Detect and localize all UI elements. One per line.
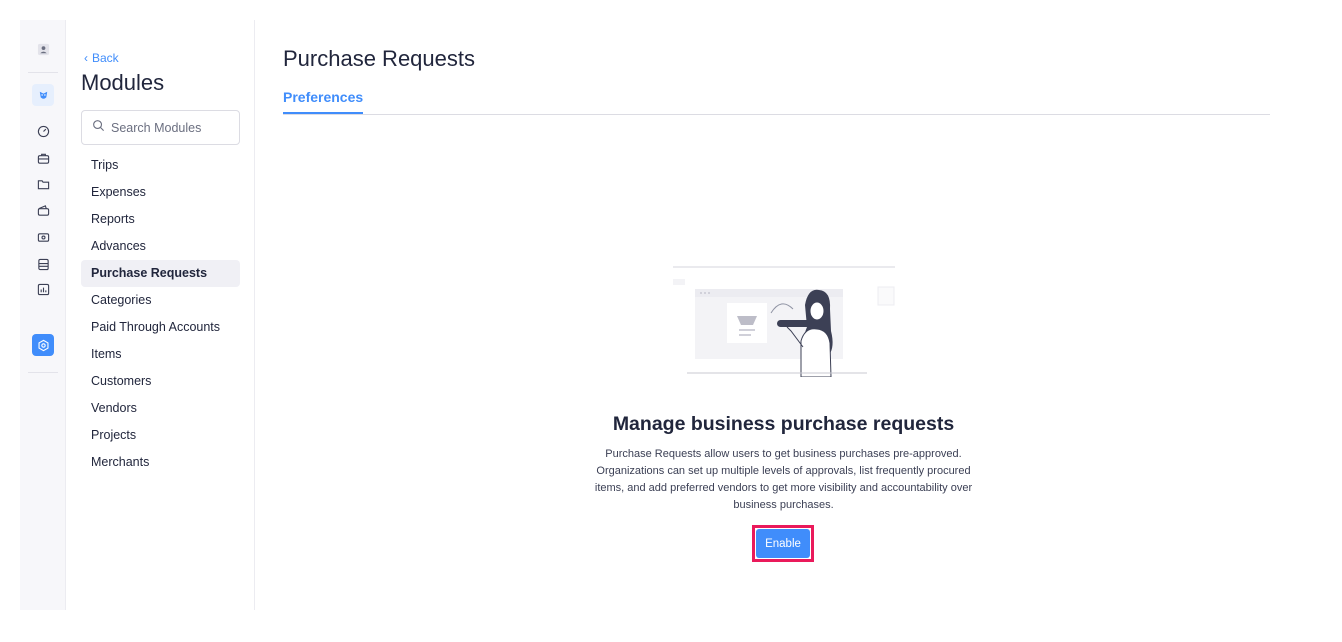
enable-button-highlight: Enable xyxy=(752,525,814,562)
purchase-request-illustration xyxy=(645,265,895,378)
brand-logo-icon[interactable] xyxy=(32,84,54,106)
page-title: Purchase Requests xyxy=(283,46,475,71)
ledger-icon[interactable] xyxy=(32,253,54,275)
settings-icon[interactable] xyxy=(32,334,54,356)
enable-button[interactable]: Enable xyxy=(756,529,810,558)
module-item-items[interactable]: Items xyxy=(81,341,240,368)
modules-title: Modules xyxy=(81,70,165,95)
module-list: Trips Expenses Reports Advances Purchase… xyxy=(81,152,240,476)
empty-state-description: Purchase Requests allow users to get bus… xyxy=(594,448,973,511)
module-item-trips[interactable]: Trips xyxy=(81,152,240,179)
module-item-vendors[interactable]: Vendors xyxy=(81,395,240,422)
chevron-left-icon: ‹ xyxy=(84,51,88,65)
folder-icon[interactable] xyxy=(32,173,54,195)
module-item-advances[interactable]: Advances xyxy=(81,233,240,260)
cash-icon[interactable] xyxy=(32,226,54,248)
app-window: ‹ Back Modules Trips Expenses Reports Ad… xyxy=(20,20,1322,610)
search-box[interactable] xyxy=(81,110,240,145)
user-icon[interactable] xyxy=(32,38,54,60)
tab-bar: Preferences xyxy=(283,89,1270,115)
modules-panel: ‹ Back Modules Trips Expenses Reports Ad… xyxy=(66,20,255,610)
search-icon xyxy=(92,119,105,137)
wallet-icon[interactable] xyxy=(32,199,54,221)
module-item-expenses[interactable]: Expenses xyxy=(81,179,240,206)
module-item-categories[interactable]: Categories xyxy=(81,287,240,314)
module-item-paid-through-accounts[interactable]: Paid Through Accounts xyxy=(81,314,240,341)
module-item-purchase-requests[interactable]: Purchase Requests xyxy=(81,260,240,287)
module-item-projects[interactable]: Projects xyxy=(81,422,240,449)
back-link[interactable]: ‹ Back xyxy=(84,51,119,65)
module-item-reports[interactable]: Reports xyxy=(81,206,240,233)
rail-divider xyxy=(28,372,58,373)
icon-rail xyxy=(20,20,66,610)
back-label: Back xyxy=(92,51,119,65)
rail-divider xyxy=(28,72,58,73)
module-item-customers[interactable]: Customers xyxy=(81,368,240,395)
tab-preferences[interactable]: Preferences xyxy=(283,89,364,114)
main-content: Purchase Requests Preferences Manage bus… xyxy=(255,20,1322,610)
dashboard-icon[interactable] xyxy=(32,120,54,142)
module-item-merchants[interactable]: Merchants xyxy=(81,449,240,476)
search-input[interactable] xyxy=(111,120,231,135)
reports-icon[interactable] xyxy=(32,278,54,300)
empty-state-heading: Manage business purchase requests xyxy=(612,413,955,435)
trips-icon[interactable] xyxy=(32,147,54,169)
